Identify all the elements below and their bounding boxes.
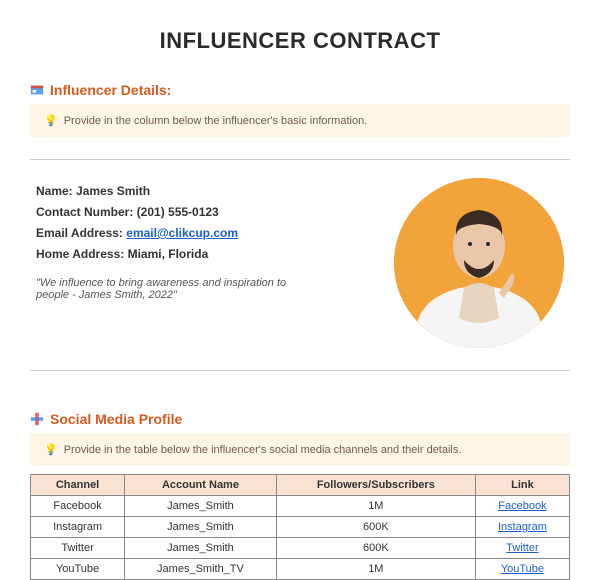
avatar [394, 178, 564, 348]
col-channel: Channel [31, 475, 125, 496]
hint-details: 💡 Provide in the column below the influe… [30, 104, 570, 137]
cell-channel: Twitter [31, 538, 125, 559]
section-title-details: Influencer Details: [50, 82, 171, 98]
detail-name: Name: James Smith [36, 184, 374, 198]
social-link[interactable]: YouTube [501, 563, 544, 575]
cell-account: James_Smith [125, 538, 277, 559]
hint-social-text: Provide in the table below the influence… [64, 444, 462, 456]
name-label: Name: [36, 184, 76, 198]
details-text: Name: James Smith Contact Number: (201) … [36, 178, 374, 301]
card-icon [30, 83, 44, 97]
social-table: Channel Account Name Followers/Subscribe… [30, 474, 570, 580]
divider [30, 370, 570, 371]
bulb-icon: 💡 [44, 443, 58, 456]
table-row: TwitterJames_Smith600KTwitter [31, 538, 570, 559]
table-row: FacebookJames_Smith1MFacebook [31, 496, 570, 517]
hint-details-text: Provide in the column below the influenc… [64, 115, 368, 127]
col-account: Account Name [125, 475, 277, 496]
bulb-icon: 💡 [44, 114, 58, 127]
contact-label: Contact Number: [36, 205, 137, 219]
quote-text: "We influence to bring awareness and ins… [36, 277, 296, 301]
cell-account: James_Smith [125, 496, 277, 517]
detail-email: Email Address: email@clikcup.com [36, 226, 374, 240]
cell-channel: Facebook [31, 496, 125, 517]
cell-link: YouTube [475, 559, 569, 580]
detail-contact: Contact Number: (201) 555-0123 [36, 205, 374, 219]
address-label: Home Address: [36, 247, 128, 261]
divider [30, 159, 570, 160]
cell-link: Facebook [475, 496, 569, 517]
section-title-social: Social Media Profile [50, 411, 182, 427]
table-row: YouTubeJames_Smith_TV1MYouTube [31, 559, 570, 580]
col-followers: Followers/Subscribers [276, 475, 475, 496]
cell-account: James_Smith [125, 517, 277, 538]
table-row: InstagramJames_Smith600KInstagram [31, 517, 570, 538]
details-block: Name: James Smith Contact Number: (201) … [30, 178, 570, 348]
email-label: Email Address: [36, 226, 126, 240]
social-link[interactable]: Twitter [506, 542, 538, 554]
cell-account: James_Smith_TV [125, 559, 277, 580]
col-link: Link [475, 475, 569, 496]
social-link[interactable]: Instagram [498, 521, 547, 533]
address-value: Miami, Florida [128, 247, 209, 261]
cell-followers: 1M [276, 496, 475, 517]
section-header-social: Social Media Profile [30, 411, 570, 427]
page-title: INFLUENCER CONTRACT [30, 28, 570, 54]
cell-channel: Instagram [31, 517, 125, 538]
cell-link: Instagram [475, 517, 569, 538]
name-value: James Smith [76, 184, 150, 198]
avatar-image [394, 178, 564, 348]
social-link[interactable]: Facebook [498, 500, 546, 512]
hint-social: 💡 Provide in the table below the influen… [30, 433, 570, 466]
cell-followers: 1M [276, 559, 475, 580]
plus-icon [30, 412, 44, 426]
detail-address: Home Address: Miami, Florida [36, 247, 374, 261]
table-header-row: Channel Account Name Followers/Subscribe… [31, 475, 570, 496]
cell-followers: 600K [276, 517, 475, 538]
cell-channel: YouTube [31, 559, 125, 580]
cell-link: Twitter [475, 538, 569, 559]
cell-followers: 600K [276, 538, 475, 559]
contact-value: (201) 555-0123 [137, 205, 219, 219]
section-header-details: Influencer Details: [30, 82, 570, 98]
email-link[interactable]: email@clikcup.com [126, 226, 238, 240]
